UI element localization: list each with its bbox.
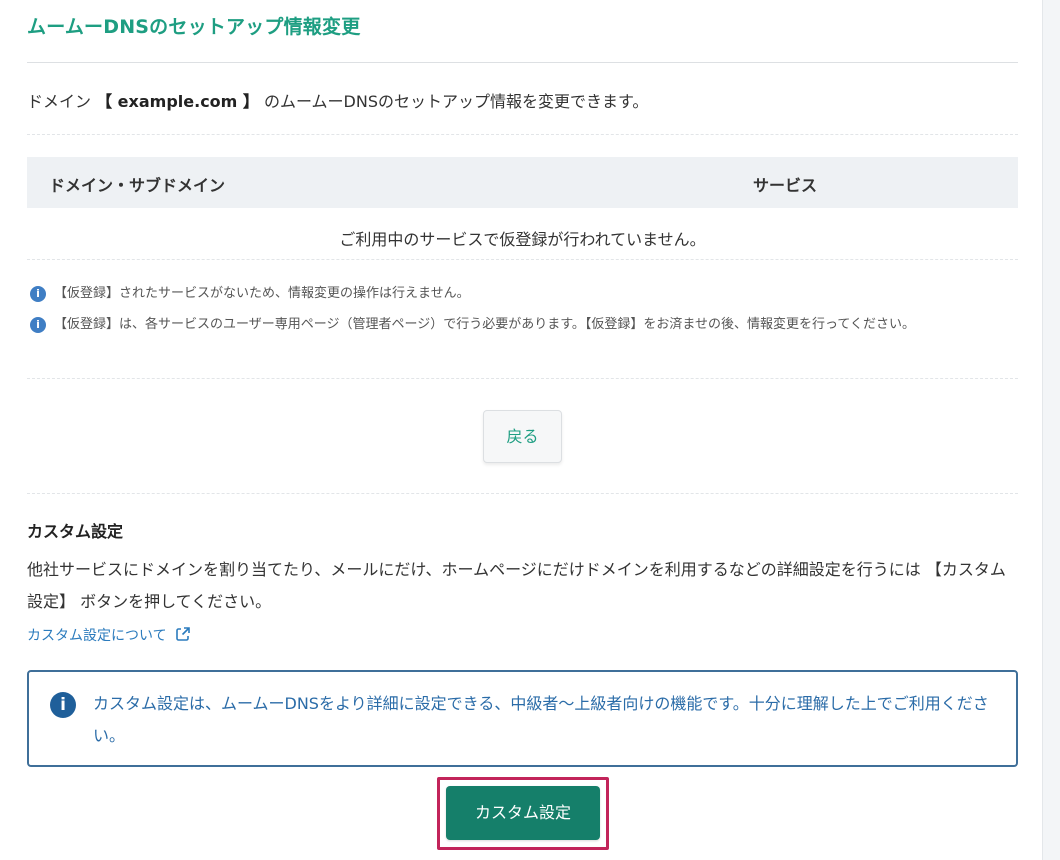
intro-text: ドメイン 【 example.com 】 のムームーDNSのセットアップ情報を変… [27, 88, 648, 112]
info-icon: i [50, 692, 76, 718]
column-header-domain: ドメイン・サブドメイン [49, 176, 226, 195]
page-title: ムームーDNSのセットアップ情報変更 [27, 16, 361, 38]
page: ムームーDNSのセットアップ情報変更 ドメイン 【 example.com 】 … [0, 0, 1060, 860]
custom-settings-description: 他社サービスにドメインを割り当てたり、メールにだけ、ホームページにだけドメインを… [27, 560, 1006, 611]
note-text: 【仮登録】されたサービスがないため、情報変更の操作は行えません。 [54, 286, 470, 301]
custom-settings-about-link[interactable]: カスタム設定について [27, 625, 191, 645]
section-divider [27, 493, 1018, 494]
external-link-icon [175, 627, 190, 641]
intro-prefix: ドメイン [27, 92, 92, 111]
custom-settings-button[interactable]: カスタム設定 [446, 786, 600, 840]
notes-divider [27, 378, 1018, 379]
service-table-header: ドメイン・サブドメイン サービス [27, 157, 1018, 208]
advanced-warning-alert: i カスタム設定は、ムームーDNSをより詳細に設定できる、中級者〜上級者向けの機… [27, 670, 1018, 767]
note-text: 【仮登録】は、各サービスのユーザー専用ページ（管理者ページ）で行う必要があります… [54, 317, 915, 332]
info-icon: i [30, 317, 46, 333]
back-button[interactable]: 戻る [483, 410, 562, 463]
title-divider [27, 62, 1018, 63]
intro-divider [27, 134, 1018, 135]
custom-settings-about-label: カスタム設定について [27, 628, 167, 644]
table-empty-message: ご利用中のサービスで仮登録が行われていません。 [339, 230, 706, 249]
table-divider [27, 259, 1018, 260]
intro-domain: 【 example.com 】 [96, 92, 259, 111]
alert-text: カスタム設定は、ムームーDNSをより詳細に設定できる、中級者〜上級者向けの機能で… [93, 694, 989, 745]
info-icon: i [30, 286, 46, 302]
custom-settings-heading: カスタム設定 [27, 522, 124, 541]
column-header-service: サービス [753, 176, 818, 195]
scrollbar-track[interactable] [1042, 0, 1060, 860]
intro-suffix: のムームーDNSのセットアップ情報を変更できます。 [258, 92, 649, 111]
